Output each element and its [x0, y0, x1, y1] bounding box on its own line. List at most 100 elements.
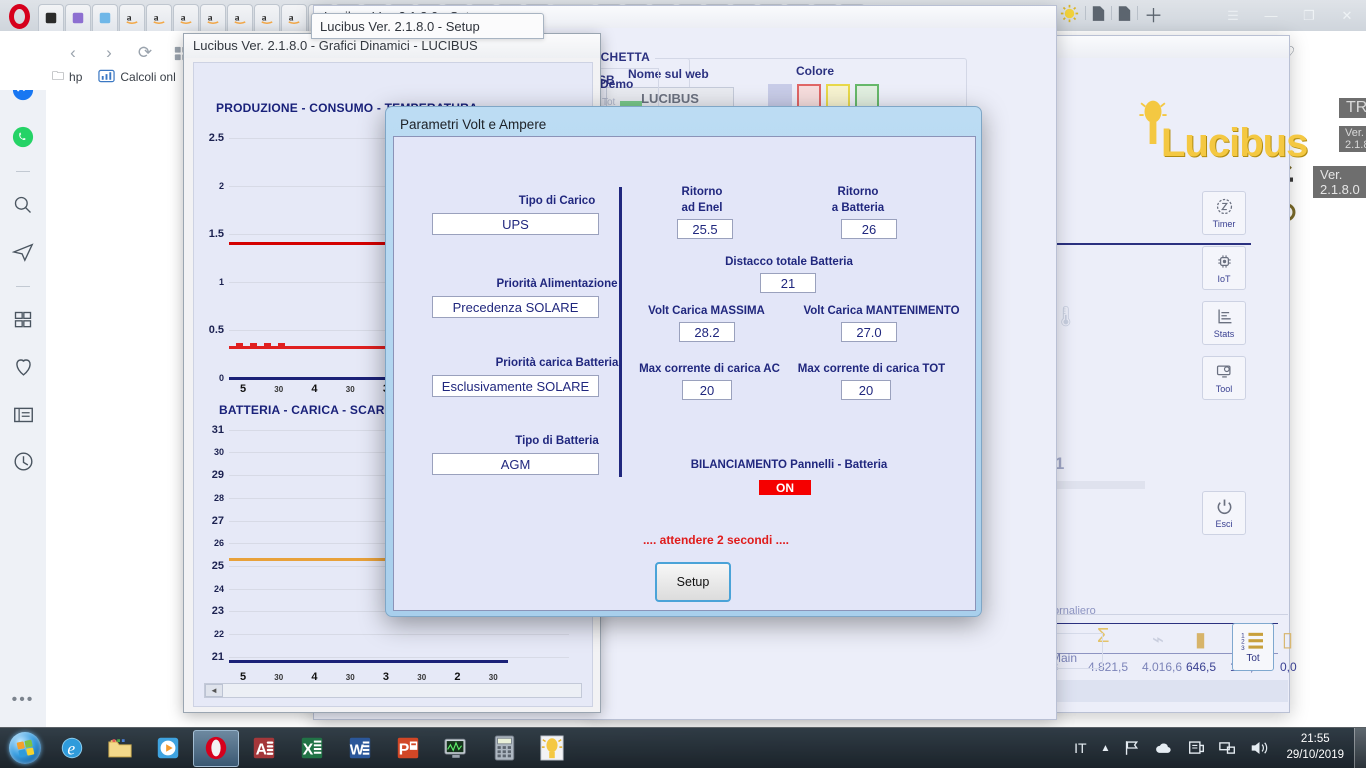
- volt-carica-massima-label: Volt Carica MASSIMA: [648, 305, 765, 317]
- clock-time: 21:55: [1300, 733, 1330, 746]
- news-icon[interactable]: [8, 399, 38, 429]
- scrollbar-left-arrow[interactable]: ◄: [205, 684, 223, 697]
- ritorno-enel-value: 25.5: [692, 221, 718, 237]
- volt-carica-massima-value: 28.2: [694, 324, 720, 340]
- priorita-alimentazione-label: Priorità Alimentazione: [496, 278, 618, 290]
- chart-x-tick: 4: [311, 383, 318, 395]
- bookmark-calcoli[interactable]: Calcoli onl: [98, 69, 176, 86]
- taskbar-excel[interactable]: X: [289, 730, 335, 767]
- sidebar-button-tool[interactable]: Tool: [1202, 356, 1246, 400]
- taskbar-file-explorer[interactable]: [97, 730, 143, 767]
- priorita-alimentazione-value: Precedenza SOLARE: [452, 299, 579, 315]
- chart-series-noise: [243, 346, 250, 350]
- grid-icon[interactable]: [8, 305, 38, 335]
- max-corrente-tot-field[interactable]: 20: [841, 380, 891, 400]
- tipo-batteria-field[interactable]: AGM: [432, 453, 599, 475]
- bookmark-hp[interactable]: 🗀 hp: [52, 67, 82, 88]
- heart-icon[interactable]: [8, 352, 38, 382]
- chart-x-tick: 30: [417, 673, 427, 682]
- max-corrente-ac-field[interactable]: 20: [682, 380, 732, 400]
- taskbar-access[interactable]: A: [241, 730, 287, 767]
- taskbar-powerpoint[interactable]: P: [385, 730, 431, 767]
- browser-tab[interactable]: [38, 4, 64, 31]
- taskbar-lucibus-monitor[interactable]: [433, 730, 479, 767]
- chart-y-tick: 1.5: [208, 228, 224, 240]
- chart-x-tick: 3: [382, 671, 390, 683]
- network-icon[interactable]: [1212, 740, 1243, 756]
- browser-tab[interactable]: a: [119, 4, 145, 31]
- taskbar-internet-explorer[interactable]: e: [49, 730, 95, 767]
- footer-tot-button[interactable]: 123 Tot: [1232, 623, 1274, 671]
- priorita-carica-batteria-field[interactable]: Esclusivamente SOLARE: [432, 375, 599, 397]
- bilanciamento-state: ON: [776, 480, 794, 495]
- browser-tab[interactable]: a: [146, 4, 172, 31]
- list-123-icon: 123: [1241, 631, 1265, 653]
- version-badge: Ver. 2.1.8.0: [1339, 126, 1366, 152]
- start-button[interactable]: [2, 730, 48, 766]
- ritorno-batteria-line2: a Batteria: [831, 201, 885, 214]
- window-controls: ☰ — ❐ ✕: [1214, 0, 1366, 31]
- browser-tab[interactable]: [92, 4, 118, 31]
- chart-x-tick: 4: [311, 671, 318, 683]
- chart-series-noise: [285, 346, 292, 350]
- browser-tab[interactable]: a: [254, 4, 280, 31]
- chart-x-tick: 5: [239, 383, 247, 395]
- windows-taskbar: e A X W P IT ▲ 21:55 29/10/2019: [0, 727, 1366, 768]
- taskbar-lucibus[interactable]: [529, 730, 575, 767]
- taskbar-opera[interactable]: [193, 729, 239, 767]
- cloud-icon[interactable]: [1148, 742, 1181, 755]
- chart2-title: BATTERIA - CARICA - SCARICA: [219, 403, 406, 417]
- browser-tab[interactable]: a: [173, 4, 199, 31]
- tray-show-hidden-icons[interactable]: ▲: [1094, 743, 1118, 754]
- sidebar-button-iot[interactable]: IoT: [1202, 246, 1246, 290]
- taskbar-word[interactable]: W: [337, 730, 383, 767]
- browser-tab[interactable]: a: [200, 4, 226, 31]
- ritorno-enel-line1: Ritorno: [681, 186, 723, 198]
- volt-carica-massima-field[interactable]: 28.2: [679, 322, 735, 342]
- sidebar-button-stats[interactable]: Stats: [1202, 301, 1246, 345]
- new-page-icon[interactable]: [1118, 5, 1131, 27]
- close-button[interactable]: ✕: [1328, 0, 1366, 31]
- volt-carica-mantenimento-field[interactable]: 27.0: [841, 322, 897, 342]
- browser-menu-button[interactable]: ☰: [1214, 0, 1252, 31]
- bilanciamento-status-badge[interactable]: ON: [759, 480, 811, 495]
- whatsapp-icon[interactable]: [8, 122, 38, 152]
- taskbar-calculator[interactable]: [481, 730, 527, 767]
- amazon-icon: a: [260, 11, 274, 25]
- taskbar-media-player[interactable]: [145, 730, 191, 767]
- browser-tab[interactable]: [65, 4, 91, 31]
- more-dots-icon[interactable]: •••: [0, 691, 46, 709]
- taskbar-clock[interactable]: 21:55 29/10/2019: [1276, 732, 1354, 763]
- browser-tab[interactable]: a: [227, 4, 253, 31]
- distacco-batteria-field[interactable]: 21: [760, 273, 816, 293]
- show-desktop-button[interactable]: [1354, 727, 1366, 768]
- browser-tab[interactable]: a: [281, 4, 307, 31]
- search-icon[interactable]: [8, 190, 38, 220]
- sidebar-button-timer[interactable]: Timer: [1202, 191, 1246, 235]
- chart-x-tick: 30: [274, 385, 284, 394]
- ritorno-enel-field[interactable]: 25.5: [677, 219, 733, 239]
- new-page-icon[interactable]: [1092, 5, 1105, 27]
- volume-icon[interactable]: [1243, 740, 1276, 756]
- tray-language[interactable]: IT: [1067, 740, 1093, 756]
- priorita-alimentazione-field[interactable]: Precedenza SOLARE: [432, 296, 599, 318]
- chart-series-noise: [278, 343, 285, 347]
- grafici-scrollbar[interactable]: ◄: [204, 683, 582, 698]
- flag-icon[interactable]: [1117, 740, 1148, 756]
- ritorno-batteria-field[interactable]: 26: [841, 219, 897, 239]
- clock-date: 29/10/2019: [1286, 749, 1344, 761]
- minimize-button[interactable]: —: [1252, 0, 1290, 31]
- trial-badge: TRIAL: [1339, 98, 1366, 118]
- sun-extension-icon[interactable]: [1060, 4, 1079, 28]
- sidebar-button-esci[interactable]: Esci: [1202, 491, 1246, 535]
- telegram-icon[interactable]: [8, 237, 38, 267]
- setup-button[interactable]: Setup: [655, 562, 731, 602]
- new-tab-button[interactable]: ＋: [1144, 7, 1163, 26]
- ritorno-batteria-value: 26: [861, 221, 877, 237]
- demo-label: Demo: [600, 77, 634, 91]
- action-center-icon[interactable]: [1181, 740, 1212, 756]
- dialog-title: Parametri Volt e Ampere: [400, 117, 547, 132]
- history-icon[interactable]: [8, 446, 38, 476]
- tipo-carico-field[interactable]: UPS: [432, 213, 599, 235]
- restore-button[interactable]: ❐: [1290, 0, 1328, 31]
